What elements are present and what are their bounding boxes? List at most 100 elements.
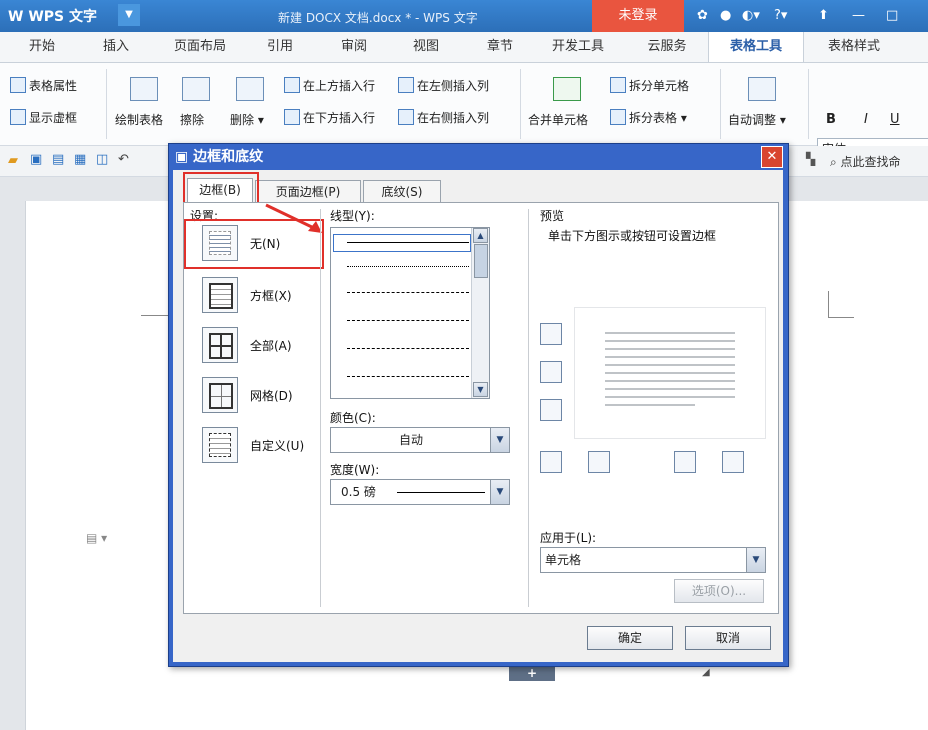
tab-start[interactable]: 开始 (18, 32, 66, 62)
setting-custom-icon[interactable] (202, 427, 238, 463)
margin-mark (828, 317, 854, 318)
setting-grid-icon[interactable] (202, 377, 238, 413)
paste-options-icon[interactable]: ▤ ▾ (86, 531, 107, 545)
tab-cloud[interactable]: 云服务 (632, 32, 702, 62)
auto-fit-icon[interactable] (748, 77, 776, 101)
erase-button[interactable]: 擦除 (180, 111, 204, 128)
undo-icon[interactable]: ↶ (118, 152, 129, 167)
search-command[interactable]: ⌕ 点此查找命 (830, 153, 901, 170)
setting-grid-label[interactable]: 网格(D) (250, 387, 293, 404)
merge-cells-button[interactable]: 合并单元格 (528, 111, 588, 128)
insert-col-left-button[interactable]: 在左侧插入列 (398, 77, 489, 94)
setting-box-icon[interactable] (202, 277, 238, 313)
skin-icon[interactable]: ✿ (697, 8, 708, 23)
underline-button[interactable]: U (890, 112, 900, 127)
setting-none-label[interactable]: 无(N) (250, 235, 280, 252)
line-style-list[interactable]: ▲ ▼ (330, 227, 490, 399)
color-select[interactable]: 自动 ▼ (330, 427, 510, 453)
options-button[interactable]: 选项(O)... (674, 579, 764, 603)
delete-button[interactable]: 删除 ▾ (230, 111, 264, 128)
width-select[interactable]: 0.5 磅 ▼ (330, 479, 510, 505)
eraser-icon[interactable] (182, 77, 210, 101)
print-icon[interactable]: ▦ (74, 152, 86, 167)
tab-table-tools[interactable]: 表格工具 (708, 32, 804, 62)
app-logo[interactable]: W WPS 文字 (8, 6, 97, 26)
scroll-thumb[interactable] (474, 244, 488, 278)
insert-col-right-button[interactable]: 在右侧插入列 (398, 109, 489, 126)
maximize-icon[interactable]: □ (886, 8, 898, 23)
setting-custom-label[interactable]: 自定义(U) (250, 437, 304, 454)
insert-row-above-button[interactable]: 在上方插入行 (284, 77, 375, 94)
merge-cells-icon[interactable] (553, 77, 581, 101)
open-icon[interactable]: ▰ (8, 153, 18, 168)
line-dashed-short[interactable] (347, 292, 469, 293)
help-icon[interactable]: ?▾ (774, 8, 787, 23)
tab-section[interactable]: 章节 (476, 32, 524, 62)
setting-all-icon[interactable] (202, 327, 238, 363)
tab-view[interactable]: 视图 (402, 32, 450, 62)
chevron-down-icon[interactable]: ▼ (746, 548, 765, 572)
tab-insert[interactable]: 插入 (92, 32, 140, 62)
top-border-icon[interactable] (540, 323, 562, 345)
split-cells-button[interactable]: 拆分单元格 (610, 77, 689, 94)
login-button[interactable]: 未登录 (592, 0, 684, 32)
ok-button[interactable]: 确定 (587, 626, 673, 650)
tab-developer[interactable]: 开发工具 (540, 32, 616, 62)
close-icon[interactable]: ✕ (761, 146, 783, 168)
bold-button[interactable]: B (826, 112, 836, 127)
draw-table-icon[interactable] (130, 77, 158, 101)
scroll-up-icon[interactable]: ▲ (473, 228, 488, 243)
chevron-down-icon[interactable]: ▼ (490, 480, 509, 504)
width-line-sample (397, 492, 485, 493)
scroll-down-icon[interactable]: ▼ (473, 382, 488, 397)
preview-area[interactable] (574, 307, 766, 439)
minimize-icon[interactable]: — (852, 8, 865, 23)
tab-shading[interactable]: 底纹(S) (363, 180, 441, 203)
setting-all-label[interactable]: 全部(A) (250, 337, 292, 354)
format-painter-icon[interactable]: ▚ (806, 152, 815, 166)
tab-references[interactable]: 引用 (256, 32, 304, 62)
settings-icon[interactable]: ● (720, 8, 731, 23)
table-properties-button[interactable]: 表格属性 (10, 77, 77, 94)
export-pdf-icon[interactable]: ▤ (52, 152, 64, 167)
insert-row-below-button[interactable]: 在下方插入行 (284, 109, 375, 126)
restore-icon[interactable]: ⬆ (818, 8, 829, 23)
inside-vertical-border-icon[interactable] (674, 451, 696, 473)
line-dashed[interactable] (347, 320, 469, 321)
save-icon[interactable]: ▣ (30, 152, 42, 167)
preview-line (605, 372, 735, 374)
share-icon[interactable]: ◐▾ (742, 8, 760, 23)
bottom-border-icon[interactable] (540, 399, 562, 421)
show-gridlines-button[interactable]: 显示虚框 (10, 109, 77, 126)
tab-page-borders[interactable]: 页面边框(P) (255, 180, 361, 203)
line-dotted[interactable] (347, 266, 469, 267)
draw-table-button[interactable]: 绘制表格 (115, 111, 163, 128)
left-border-icon[interactable] (588, 451, 610, 473)
line-style-scrollbar[interactable]: ▲ ▼ (471, 228, 489, 398)
tab-review[interactable]: 审阅 (330, 32, 378, 62)
table-resize-handle[interactable]: ◢ (702, 667, 710, 678)
italic-button[interactable]: I (864, 112, 868, 127)
diagonal-up-border-icon[interactable] (540, 451, 562, 473)
add-row-button[interactable]: + (509, 667, 555, 681)
inside-horizontal-border-icon[interactable] (540, 361, 562, 383)
chevron-down-icon[interactable]: ▼ (490, 428, 509, 452)
auto-fit-button[interactable]: 自动调整 ▾ (728, 111, 786, 128)
app-menu-dropdown-icon[interactable]: ▼ (118, 4, 140, 26)
color-label: 颜色(C): (330, 411, 376, 425)
setting-box-label[interactable]: 方框(X) (250, 287, 292, 304)
setting-none-icon[interactable] (202, 225, 238, 261)
apply-to-label: 应用于(L): (540, 531, 597, 545)
line-solid[interactable] (347, 242, 469, 243)
tab-table-styles[interactable]: 表格样式 (812, 32, 896, 62)
line-dash-dot[interactable] (347, 348, 469, 349)
delete-table-icon[interactable] (236, 77, 264, 101)
split-table-button[interactable]: 拆分表格 ▾ (610, 109, 687, 126)
cancel-button[interactable]: 取消 (685, 626, 771, 650)
diagonal-down-border-icon[interactable] (722, 451, 744, 473)
tab-page-layout[interactable]: 页面布局 (162, 32, 238, 62)
selected-line-style[interactable] (333, 234, 471, 252)
apply-to-select[interactable]: 单元格 ▼ (540, 547, 766, 573)
print-preview-icon[interactable]: ◫ (96, 152, 108, 167)
line-dash-dot-dot[interactable] (347, 376, 469, 377)
